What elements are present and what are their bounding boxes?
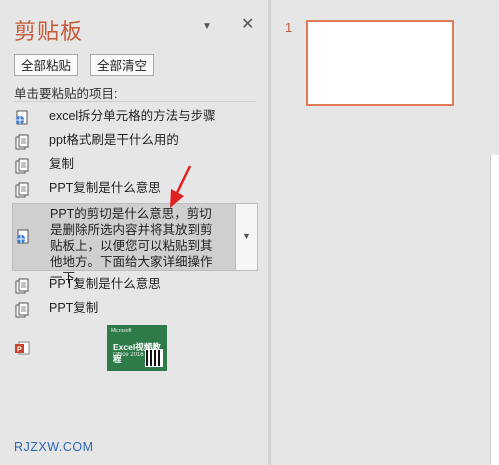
svg-text:P: P: [17, 347, 22, 354]
clipboard-item-text: 复制: [49, 157, 75, 171]
doc-icon: [15, 182, 29, 198]
item-dropdown-button[interactable]: ▼: [235, 204, 257, 270]
paste-all-button[interactable]: 全部粘贴: [14, 54, 79, 76]
chevron-down-icon[interactable]: ▼: [202, 20, 212, 34]
clipboard-item-text: PPT复制: [49, 301, 99, 315]
watermark: RJZXW.COM: [14, 440, 94, 454]
web-doc-icon: [16, 229, 29, 244]
slide-number: 1: [285, 20, 293, 35]
divider: [14, 101, 256, 102]
clipboard-item[interactable]: PPT复制是什么意思: [12, 275, 258, 295]
doc-icon: [15, 302, 29, 318]
close-icon[interactable]: ✕: [241, 17, 254, 33]
clipboard-item[interactable]: excel拆分单元格的方法与步骤: [12, 107, 258, 127]
clipboard-item[interactable]: PPT复制: [12, 299, 258, 319]
clipboard-pane: 剪贴板 ▼ ✕ 全部粘贴 全部清空 单击要粘贴的项目: excel拆分单元格的方…: [0, 0, 268, 465]
slide-thumbnail[interactable]: [306, 20, 454, 106]
web-doc-icon: [15, 110, 28, 125]
clipboard-item-text: ppt格式刷是干什么用的: [49, 133, 179, 147]
powerpoint-icon[interactable]: P: [14, 340, 30, 356]
thumbnail-logo: Microsoft: [111, 328, 132, 334]
clipboard-item-text: excel拆分单元格的方法与步骤: [49, 109, 216, 123]
chevron-down-icon: ▼: [242, 231, 251, 241]
pane-title: 剪贴板: [14, 19, 84, 44]
slides-panel: 1: [271, 0, 499, 465]
clipboard-item[interactable]: PPT复制是什么意思: [12, 179, 258, 199]
clipboard-image-thumbnail[interactable]: Microsoft Excel视频教程 Office 2016: [107, 325, 167, 371]
doc-icon: [15, 278, 29, 294]
thumbnail-subtitle: Office 2016: [113, 352, 144, 358]
qr-code: [145, 349, 163, 367]
clipboard-item-text: PPT的剪切是什么意思，剪切是删除所选内容并将其放到剪贴板上，以便您可以粘贴到其…: [50, 207, 213, 285]
clipboard-item[interactable]: ppt格式刷是干什么用的: [12, 131, 258, 151]
clipboard-item-selected[interactable]: PPT的剪切是什么意思，剪切是删除所选内容并将其放到剪贴板上，以便您可以粘贴到其…: [12, 203, 258, 285]
doc-icon: [15, 158, 29, 174]
clipboard-item[interactable]: 复制: [12, 155, 258, 175]
doc-icon: [15, 134, 29, 150]
slide-edit-area: [490, 155, 499, 465]
clipboard-item-text: PPT复制是什么意思: [49, 181, 161, 195]
paste-hint: 单击要粘贴的项目:: [14, 87, 118, 101]
clear-all-button[interactable]: 全部清空: [90, 54, 155, 76]
clipboard-item-text: PPT复制是什么意思: [49, 277, 161, 291]
